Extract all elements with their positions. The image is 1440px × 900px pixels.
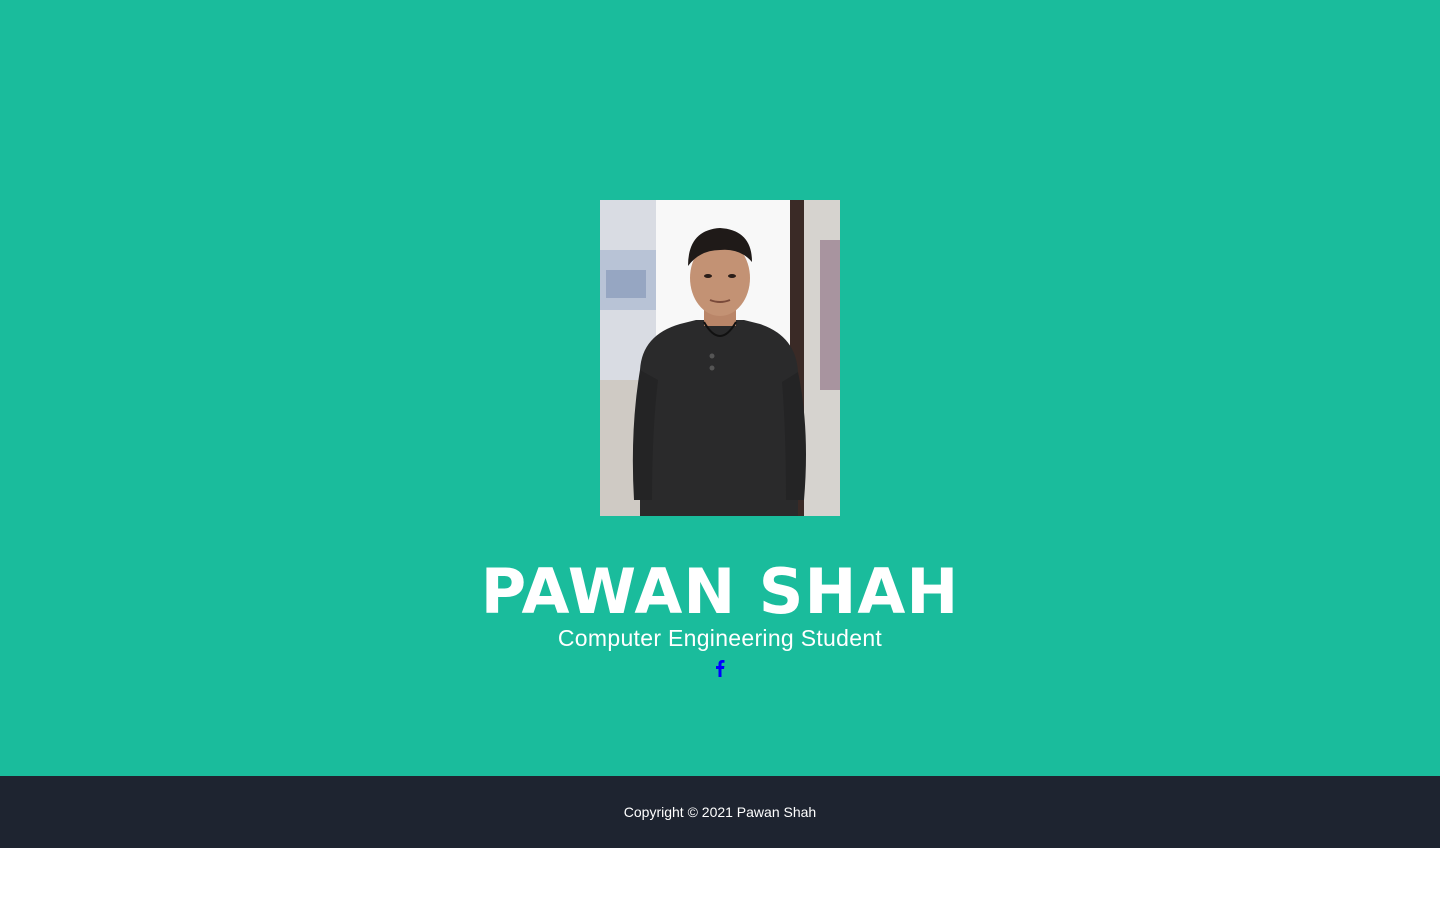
footer: Copyright © 2021 Pawan Shah [0, 776, 1440, 848]
facebook-link[interactable] [710, 657, 730, 679]
facebook-icon [716, 660, 725, 677]
profile-photo [600, 200, 840, 516]
profile-subtitle: Computer Engineering Student [557, 625, 883, 651]
page-title: PAWAN SHAH [480, 555, 960, 628]
hero-section: PAWAN SHAH Computer Engineering Student [0, 0, 1440, 776]
profile-photo-illustration [600, 200, 840, 516]
copyright-text: Copyright © 2021 Pawan Shah [623, 804, 817, 820]
